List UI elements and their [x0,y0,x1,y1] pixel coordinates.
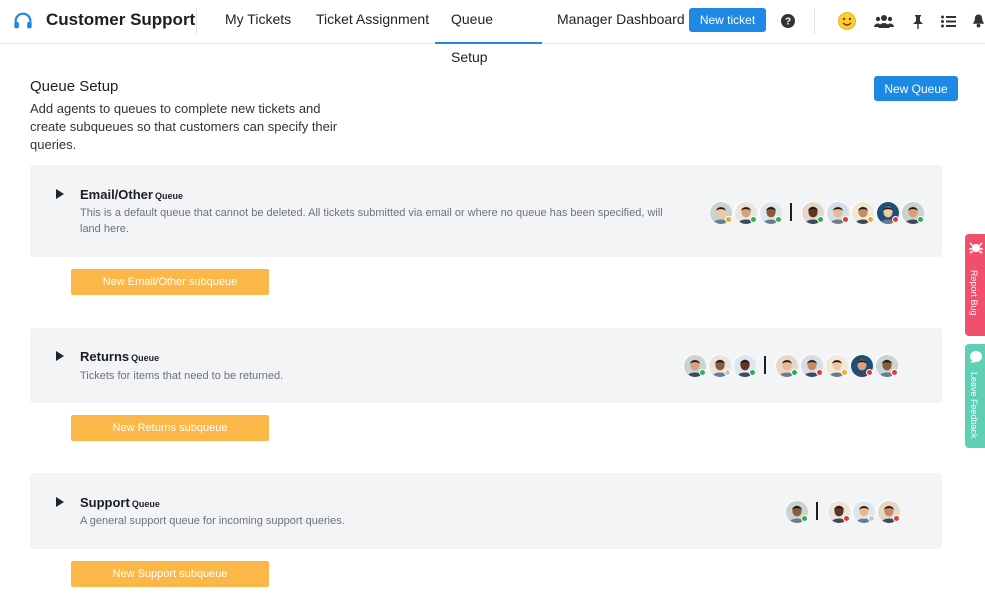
nav-divider [814,8,815,34]
queue-suffix: Queue [131,499,160,509]
agent-avatar[interactable] [800,354,823,377]
agent-avatar[interactable] [759,201,782,224]
tab-ticket-assignment[interactable]: Ticket Assignment [300,0,445,44]
agent-avatar[interactable] [683,354,706,377]
top-navigation-bar: Customer Support My Tickets Ticket Assig… [0,0,985,65]
tab-queue-setup[interactable]: Queue Setup [435,0,542,65]
agent-avatar[interactable] [709,201,732,224]
agent-avatar[interactable] [785,500,808,523]
queue-name: Returns Queue [80,349,159,364]
smiley-icon[interactable] [837,11,857,31]
status-indicator [867,216,874,223]
queue-members [683,354,900,377]
expand-caret-icon[interactable] [56,351,64,361]
members-separator [790,203,792,221]
status-indicator [724,369,731,376]
status-indicator [791,369,798,376]
status-indicator [842,216,849,223]
queue-description: A general support queue for incoming sup… [80,515,345,527]
report-bug-label: Report Bug [969,270,979,316]
status-indicator [868,515,875,522]
status-indicator [893,515,900,522]
queue-description: Tickets for items that need to be return… [80,370,284,382]
page-description: Add agents to queues to complete new tic… [30,101,338,152]
status-indicator [725,216,732,223]
agent-avatar[interactable] [775,354,798,377]
agent-avatar[interactable] [825,354,848,377]
queue-members [785,500,902,523]
status-indicator [841,369,848,376]
app-title: Customer Support [46,10,196,29]
list-icon[interactable] [938,11,958,31]
page-title: Queue Setup [30,78,119,95]
agent-avatar[interactable] [734,201,757,224]
agent-avatar[interactable] [901,201,924,224]
nav-divider [196,8,197,34]
status-indicator [892,216,899,223]
queue-card-returns: Returns Queue Tickets for items that need… [30,328,942,403]
queue-suffix: Queue [154,191,183,201]
report-bug-tab[interactable]: Report Bug [965,234,985,336]
queue-name: Support Queue [80,495,160,510]
queue-suffix: Queue [131,353,160,363]
leave-feedback-label: Leave Feedback [969,372,979,439]
status-indicator [816,369,823,376]
help-icon[interactable]: ? [778,11,798,31]
members-separator [816,502,818,520]
queue-card-email-other: Email/Other Queue This is a default queue… [30,165,942,257]
queue-card-support: Support Queue A general support queue for… [30,473,942,549]
agent-avatar[interactable] [850,354,873,377]
agent-avatar[interactable] [826,201,849,224]
status-indicator [749,369,756,376]
queue-name-label: Returns [80,349,130,364]
status-indicator [891,369,898,376]
status-indicator [775,216,782,223]
agent-avatar[interactable] [852,500,875,523]
status-indicator [699,369,706,376]
new-subqueue-button[interactable]: New Returns subqueue [71,415,269,441]
new-queue-button[interactable]: New Queue [874,76,958,101]
members-separator [764,356,766,374]
agent-avatar[interactable] [708,354,731,377]
status-indicator [917,216,924,223]
tab-my-tickets[interactable]: My Tickets [209,0,307,44]
svg-text:?: ? [785,17,791,28]
queue-name-label: Support [80,495,130,510]
status-indicator [817,216,824,223]
status-indicator [801,515,808,522]
expand-caret-icon[interactable] [56,497,64,507]
bug-icon [969,242,983,254]
agent-avatar[interactable] [733,354,756,377]
leave-feedback-tab[interactable]: Leave Feedback [965,344,985,448]
queue-name: Email/Other Queue [80,187,183,202]
status-indicator [843,515,850,522]
agent-avatar[interactable] [876,201,899,224]
chat-bubble-icon [970,351,982,363]
agent-avatar[interactable] [851,201,874,224]
agent-avatar[interactable] [801,201,824,224]
agent-avatar[interactable] [827,500,850,523]
agent-avatar[interactable] [877,500,900,523]
agent-avatar[interactable] [875,354,898,377]
new-ticket-button[interactable]: New ticket [689,8,766,32]
expand-caret-icon[interactable] [56,189,64,199]
queue-description: This is a default queue that cannot be d… [80,207,663,235]
tab-manager-dashboard[interactable]: Manager Dashboard [541,0,701,44]
status-indicator [866,369,873,376]
queue-name-label: Email/Other [80,187,153,202]
status-indicator [750,216,757,223]
new-subqueue-button[interactable]: New Email/Other subqueue [71,269,269,295]
new-subqueue-button[interactable]: New Support subqueue [71,561,269,587]
queue-members [709,201,926,224]
bell-icon[interactable] [972,11,985,31]
pin-icon[interactable] [908,11,928,31]
team-icon[interactable] [874,11,894,31]
headset-icon [14,12,32,29]
